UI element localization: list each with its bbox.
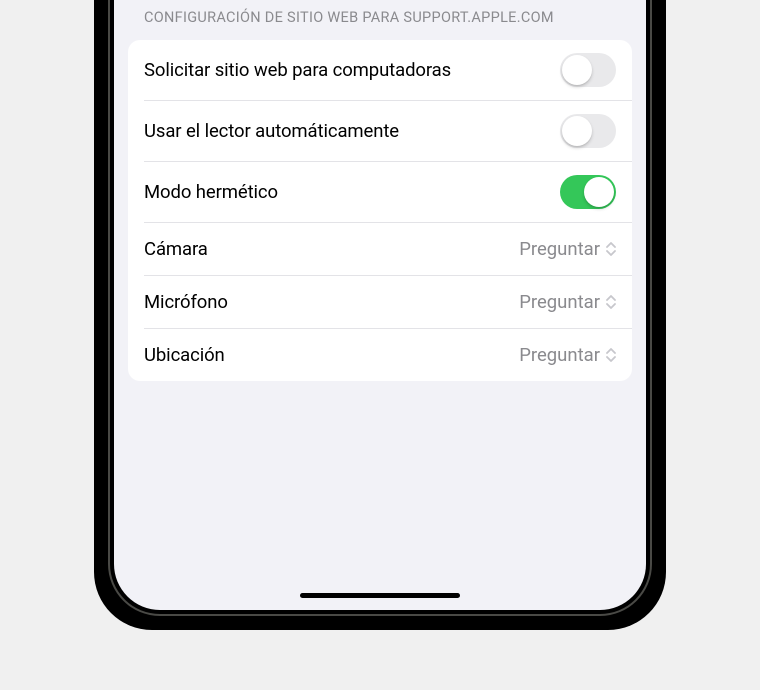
toggle-knob [562, 116, 592, 146]
row-label: Solicitar sitio web para computadoras [144, 58, 548, 83]
row-use-reader: Usar el lector automáticamente [128, 101, 632, 161]
row-value: Preguntar [519, 344, 616, 366]
row-location[interactable]: Ubicación Preguntar [128, 329, 632, 381]
row-label: Usar el lector automáticamente [144, 119, 548, 144]
screen: CONFIGURACIÓN DE SITIO WEB PARA SUPPORT.… [114, 0, 646, 610]
toggle-knob [562, 55, 592, 85]
chevron-up-down-icon [606, 346, 616, 364]
section-header: CONFIGURACIÓN DE SITIO WEB PARA SUPPORT.… [128, 0, 632, 40]
phone-edge: CONFIGURACIÓN DE SITIO WEB PARA SUPPORT.… [108, 0, 652, 616]
row-value-text: Preguntar [519, 344, 600, 366]
row-value: Preguntar [519, 291, 616, 313]
toggle-request-desktop[interactable] [560, 53, 616, 87]
row-label: Ubicación [144, 343, 507, 368]
row-camera[interactable]: Cámara Preguntar [128, 223, 632, 275]
chevron-up-down-icon [606, 293, 616, 311]
toggle-knob [584, 177, 614, 207]
row-value-text: Preguntar [519, 238, 600, 260]
row-label: Micrófono [144, 290, 507, 315]
row-request-desktop: Solicitar sitio web para computadoras [128, 40, 632, 100]
row-private-mode: Modo hermético [128, 162, 632, 222]
home-indicator[interactable] [300, 593, 460, 599]
toggle-private-mode[interactable] [560, 175, 616, 209]
chevron-up-down-icon [606, 240, 616, 258]
toggle-use-reader[interactable] [560, 114, 616, 148]
row-value: Preguntar [519, 238, 616, 260]
settings-card: Solicitar sitio web para computadoras Us… [128, 40, 632, 381]
phone-inner: CONFIGURACIÓN DE SITIO WEB PARA SUPPORT.… [110, 0, 650, 614]
row-microphone[interactable]: Micrófono Preguntar [128, 276, 632, 328]
row-value-text: Preguntar [519, 291, 600, 313]
row-label: Modo hermético [144, 180, 548, 205]
row-label: Cámara [144, 237, 507, 262]
phone-frame: CONFIGURACIÓN DE SITIO WEB PARA SUPPORT.… [94, 0, 666, 630]
